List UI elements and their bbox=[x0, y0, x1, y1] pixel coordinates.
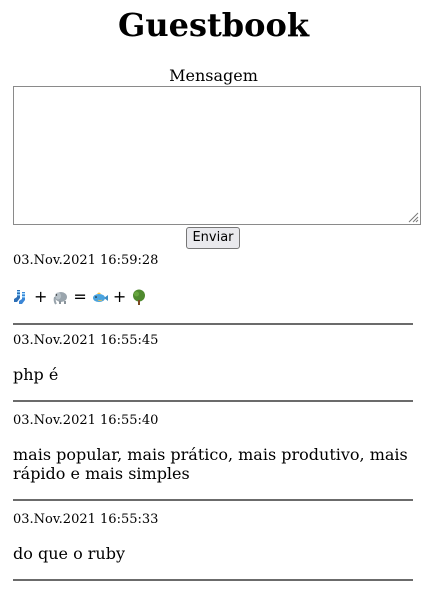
entry-divider bbox=[13, 579, 413, 581]
entry-date: 03.Nov.2021 16:59:28 bbox=[13, 253, 159, 268]
entry-date: 03.Nov.2021 16:55:40 bbox=[13, 413, 159, 428]
fish-icon bbox=[92, 292, 108, 302]
message-label: Mensagem bbox=[169, 66, 258, 85]
entry-message: php é bbox=[13, 365, 59, 384]
entry-message: do que o ruby bbox=[13, 544, 126, 563]
entry-message: + = + bbox=[13, 287, 413, 306]
entry-divider bbox=[13, 499, 413, 501]
guestbook-entry: 03.Nov.2021 16:55:45 php é bbox=[13, 333, 413, 402]
socks-icon bbox=[14, 289, 25, 304]
equals-operator: = bbox=[73, 287, 87, 306]
entry-divider bbox=[13, 400, 413, 402]
message-textarea[interactable] bbox=[13, 86, 421, 225]
submit-button[interactable]: Enviar bbox=[186, 227, 240, 249]
guestbook-entry: 03.Nov.2021 16:55:33 do que o ruby bbox=[13, 512, 413, 581]
entry-date: 03.Nov.2021 16:55:33 bbox=[13, 512, 159, 527]
plus-operator: + bbox=[112, 287, 127, 306]
plus-operator: + bbox=[34, 287, 48, 306]
elephant-icon bbox=[54, 291, 68, 305]
entry-divider bbox=[13, 323, 413, 325]
resize-grip-icon[interactable] bbox=[407, 211, 419, 223]
guestbook-page: Guestbook Mensagem Enviar 03.Nov.2021 16… bbox=[0, 0, 435, 594]
entry-message: mais popular, mais prático, mais produti… bbox=[13, 445, 408, 483]
tree-icon bbox=[133, 289, 146, 305]
guestbook-entry: 03.Nov.2021 16:59:28 + = + bbox=[13, 253, 413, 325]
entry-date: 03.Nov.2021 16:55:45 bbox=[13, 333, 159, 348]
page-title: Guestbook bbox=[118, 6, 309, 44]
guestbook-entry: 03.Nov.2021 16:55:40 mais popular, mais … bbox=[13, 413, 413, 501]
